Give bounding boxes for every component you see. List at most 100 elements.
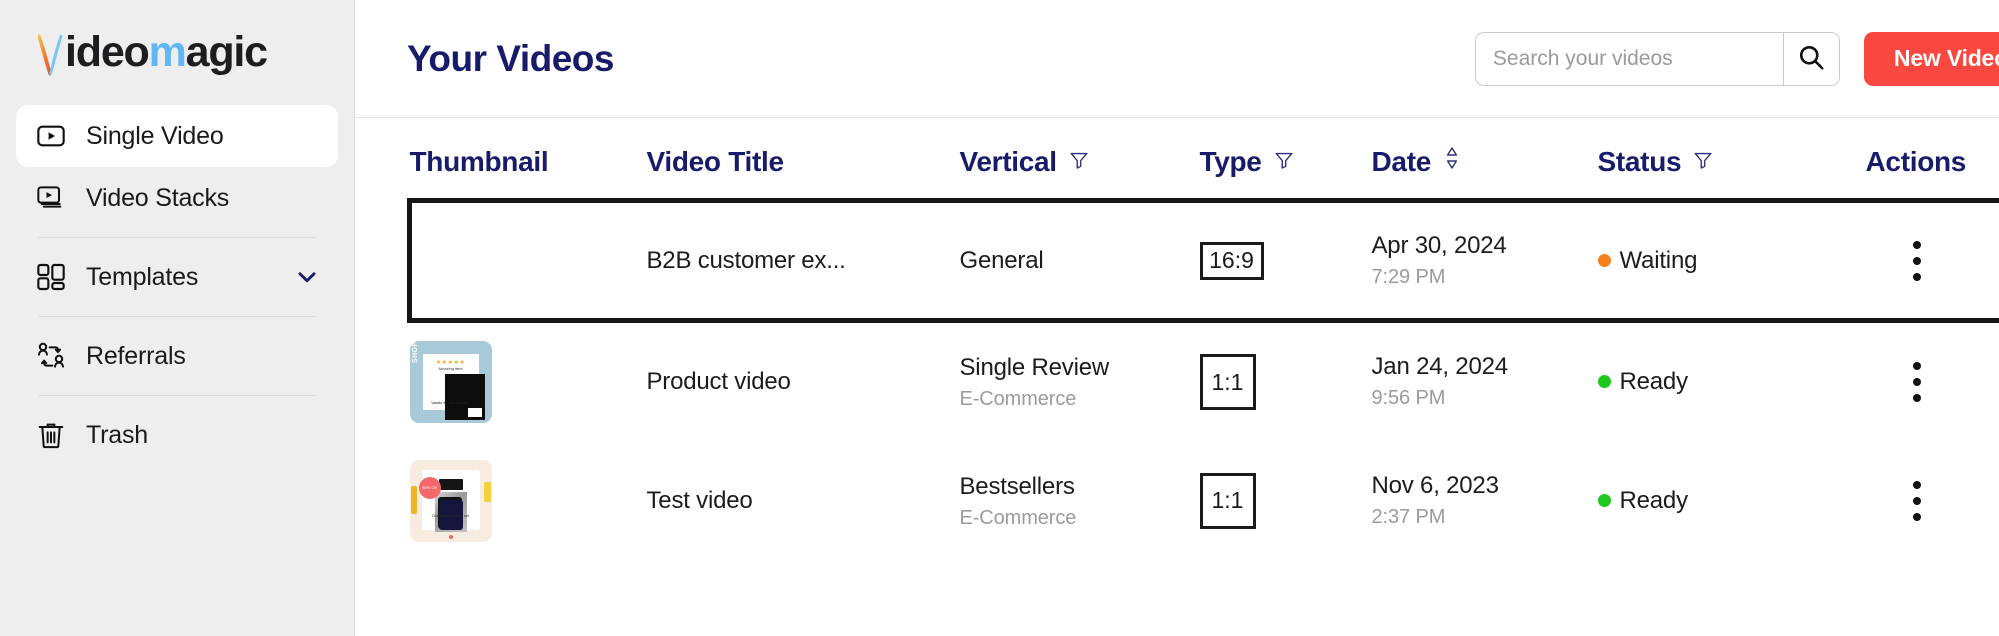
- vertical-subtext: E-Commerce: [959, 387, 1077, 410]
- kebab-menu-icon[interactable]: [1894, 231, 1940, 291]
- aspect-ratio-badge: 16:9: [1199, 241, 1264, 280]
- grid-layout-icon: [34, 260, 68, 294]
- filter-icon[interactable]: [1692, 146, 1714, 178]
- sidebar-item-single-video[interactable]: Single Video: [16, 105, 338, 167]
- kebab-menu-icon[interactable]: [1894, 352, 1940, 412]
- sidebar-item-label: Referrals: [86, 341, 186, 370]
- time-text: 2:37 PM: [1371, 506, 1446, 528]
- search-icon: [1796, 42, 1826, 75]
- video-title-text: Product video: [646, 367, 791, 395]
- cell-date: Jan 24, 2024 9:56 PM: [1372, 321, 1598, 441]
- cell-video-title: Test video: [647, 441, 960, 561]
- status-badge: Ready: [1597, 486, 1866, 515]
- filter-icon[interactable]: [1273, 146, 1295, 178]
- cell-actions: [1865, 198, 1999, 323]
- thumbnail-product-image: [434, 491, 467, 532]
- sidebar-item-label: Templates: [86, 262, 199, 291]
- column-label: Status: [1597, 145, 1682, 177]
- thumbnail-product-image: [444, 373, 485, 420]
- chevron-down-icon[interactable]: [294, 264, 320, 290]
- logo-ideo-text: ideo: [65, 28, 150, 76]
- column-header-video-title: Video Title: [647, 118, 960, 201]
- logo-text: ideo m agic: [37, 28, 268, 76]
- filter-icon[interactable]: [1068, 146, 1090, 178]
- column-label: Type: [1199, 145, 1262, 177]
- cell-status: Ready: [1597, 321, 1866, 441]
- sidebar-item-referrals[interactable]: Referrals: [16, 325, 338, 387]
- cell-status: Waiting: [1597, 198, 1866, 323]
- column-header-thumbnail: Thumbnail: [410, 118, 647, 201]
- column-label: Vertical: [959, 145, 1058, 177]
- play-square-icon: [34, 119, 68, 153]
- thumbnail-rating-label: Amazing item: [438, 365, 463, 371]
- cell-type: 1:1: [1199, 441, 1372, 561]
- kebab-menu-icon[interactable]: [1894, 471, 1940, 531]
- sidebar-item-label: Video Stacks: [86, 183, 230, 212]
- thumbnail-stars: ★★★★★: [435, 359, 466, 366]
- search-button[interactable]: [1782, 32, 1839, 85]
- cell-thumbnail: [407, 198, 647, 323]
- video-title-text: B2B customer ex...: [646, 246, 846, 274]
- date-text: Nov 6, 2023: [1371, 472, 1499, 499]
- cell-vertical: Bestsellers E-Commerce: [960, 441, 1200, 561]
- search-bar: [1474, 31, 1840, 86]
- new-video-button[interactable]: New Video: [1863, 31, 1999, 86]
- cell-vertical: Single Review E-Commerce: [960, 321, 1200, 441]
- header-actions: New Video: [1474, 31, 1999, 86]
- search-input[interactable]: [1475, 32, 1783, 85]
- status-dot-icon: [1597, 494, 1611, 507]
- app-logo[interactable]: ideo m agic: [0, 0, 354, 105]
- table-header-row: Thumbnail Video Title Vertical Type Date…: [410, 118, 1999, 201]
- column-header-actions: Actions: [1866, 118, 1999, 201]
- status-dot-icon: [1597, 254, 1611, 267]
- thumbnail-indicator-dot: [448, 534, 453, 539]
- bestsellers-thumbnail[interactable]: Oversized Cotton set 50% Off: [409, 459, 492, 542]
- status-dot-icon: [1597, 375, 1611, 389]
- sidebar: ideo m agic Single Video Video Stacks Te…: [0, 0, 355, 636]
- sidebar-item-templates[interactable]: Templates: [16, 246, 338, 308]
- logo-v-mark: [37, 33, 63, 76]
- date-text: Apr 30, 2024: [1371, 232, 1507, 259]
- sidebar-item-label: Trash: [86, 420, 148, 449]
- cell-actions: [1866, 321, 1999, 441]
- sidebar-divider-2: [38, 316, 316, 317]
- vertical-text: Bestsellers: [959, 472, 1075, 500]
- logo-m-text: m: [148, 28, 187, 76]
- status-text: Ready: [1619, 367, 1689, 395]
- cell-video-title: Product video: [647, 321, 960, 441]
- column-header-type[interactable]: Type: [1200, 118, 1372, 201]
- column-label: Actions: [1865, 145, 1967, 177]
- column-header-date[interactable]: Date: [1372, 118, 1598, 201]
- logo-agic-text: agic: [185, 28, 268, 76]
- videos-table: Thumbnail Video Title Vertical Type Date…: [407, 118, 1999, 561]
- column-label: Thumbnail: [409, 145, 549, 177]
- sort-icon[interactable]: [1442, 145, 1462, 178]
- table-body: B2B customer ex... General 16:9 Apr 30, …: [407, 198, 1999, 561]
- aspect-ratio-badge: 1:1: [1199, 353, 1256, 410]
- vertical-text: Single Review: [959, 353, 1110, 381]
- table-row[interactable]: ★★★★★ Amazing item Vanito Media Margins …: [409, 321, 1999, 441]
- video-stack-icon: [34, 181, 68, 215]
- column-header-vertical[interactable]: Vertical: [960, 118, 1200, 201]
- table-row[interactable]: Oversized Cotton set 50% Off Test video …: [409, 441, 1999, 561]
- column-label: Video Title: [646, 145, 785, 177]
- table-row[interactable]: B2B customer ex... General 16:9 Apr 30, …: [407, 198, 1999, 323]
- column-header-status[interactable]: Status: [1598, 118, 1866, 201]
- sidebar-item-trash[interactable]: Trash: [16, 404, 338, 466]
- main-content: Your Videos New Video: [355, 0, 1999, 636]
- aspect-ratio-badge: 1:1: [1199, 472, 1256, 529]
- cell-date: Apr 30, 2024 7:29 PM: [1371, 198, 1598, 323]
- app-root: ideo m agic Single Video Video Stacks Te…: [0, 0, 1999, 636]
- video-title-text: Test video: [646, 486, 753, 514]
- thumbnail-shop-now-label: SHOP NOW: [411, 340, 419, 363]
- status-text: Ready: [1619, 486, 1689, 514]
- cell-video-title: B2B customer ex...: [646, 198, 960, 323]
- sidebar-item-video-stacks[interactable]: Video Stacks: [16, 167, 338, 229]
- sidebar-nav: Single Video Video Stacks Templates Refe…: [0, 105, 354, 466]
- thumbnail-side-strip-right: [483, 481, 491, 502]
- product-review-thumbnail[interactable]: ★★★★★ Amazing item Vanito Media Margins …: [409, 340, 492, 423]
- page-title: Your Videos: [407, 37, 614, 79]
- column-label: Date: [1371, 145, 1432, 177]
- vertical-text: General: [959, 246, 1044, 274]
- cell-status: Ready: [1597, 441, 1866, 561]
